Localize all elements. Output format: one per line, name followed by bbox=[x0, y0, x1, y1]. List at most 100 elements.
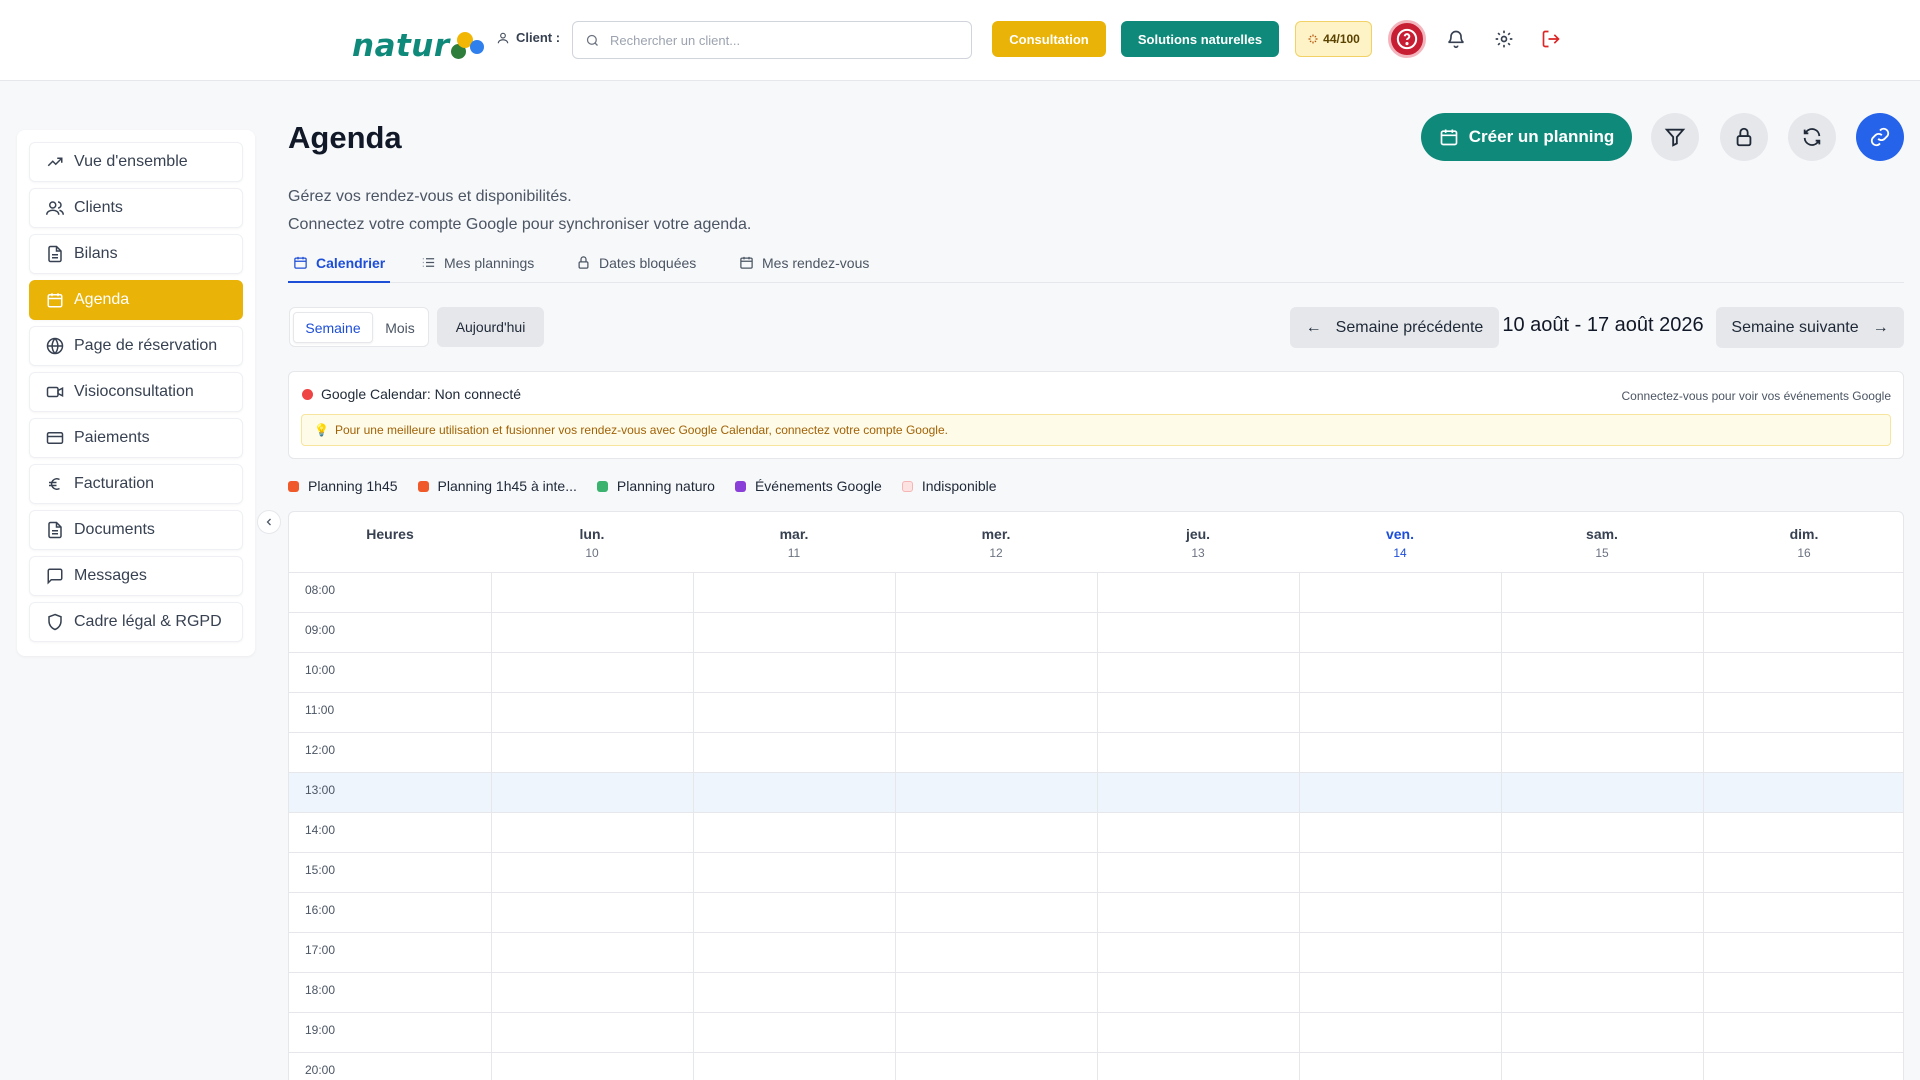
day-number: 10 bbox=[585, 546, 599, 560]
sidebar-item-agenda[interactable]: Agenda bbox=[29, 280, 243, 320]
sidebar-item-clients[interactable]: Clients bbox=[29, 188, 243, 228]
week-calendar: Heures lun. 10 mar. 11 mer. 12 jeu. 13 v… bbox=[288, 511, 1904, 1080]
legend-label: Indisponible bbox=[921, 478, 997, 494]
search-input[interactable] bbox=[610, 32, 950, 48]
notifications-button[interactable] bbox=[1444, 27, 1468, 51]
sidebar-collapse-button[interactable] bbox=[257, 510, 281, 534]
tab-mes-plannings[interactable]: Mes plannings bbox=[416, 252, 539, 283]
shield-icon bbox=[48, 613, 62, 631]
legend-swatch bbox=[901, 480, 913, 492]
legend-item: Indisponible bbox=[901, 478, 997, 494]
sidebar-item-label: Messages bbox=[74, 567, 147, 584]
next-week-label: Semaine suivante bbox=[1731, 318, 1859, 336]
previous-week-button[interactable]: ← Semaine précédente bbox=[1290, 307, 1499, 348]
sidebar-item-billing[interactable]: Facturation bbox=[29, 464, 243, 504]
legend-item: Planning 1h45 bbox=[288, 478, 398, 494]
naturo-logo[interactable]: natur bbox=[352, 18, 487, 62]
tab-calendrier[interactable]: Calendrier bbox=[288, 252, 391, 283]
day-header[interactable]: lun. 10 bbox=[491, 526, 693, 560]
day-number: 14 bbox=[1393, 546, 1407, 560]
hour-label: 08:00 bbox=[305, 583, 336, 597]
sidebar-item-booking-page[interactable]: Page de réservation bbox=[29, 326, 243, 366]
euro-icon bbox=[49, 478, 60, 490]
sidebar-item-documents[interactable]: Documents bbox=[29, 510, 243, 550]
day-name: lun. bbox=[579, 526, 605, 542]
solutions-naturelles-button[interactable]: Solutions naturelles bbox=[1121, 21, 1279, 57]
sidebar-item-bilans[interactable]: Bilans bbox=[29, 234, 243, 274]
tab-label: Calendrier bbox=[316, 255, 386, 271]
legend-swatch bbox=[288, 480, 299, 492]
score-badge[interactable]: 44/100 bbox=[1295, 21, 1372, 57]
column-divider bbox=[1703, 573, 1704, 1080]
help-icon bbox=[1396, 28, 1418, 50]
tab-mes-rendez-vous[interactable]: Mes rendez-vous bbox=[734, 252, 874, 283]
google-tip-banner: 💡 Pour une meilleure utilisation et fusi… bbox=[301, 414, 1891, 446]
calendar-icon bbox=[1440, 129, 1458, 146]
day-header[interactable]: jeu. 13 bbox=[1097, 526, 1299, 560]
sidebar-item-legal[interactable]: Cadre légal & RGPD bbox=[29, 602, 243, 642]
day-name: jeu. bbox=[1185, 526, 1211, 542]
users-icon bbox=[46, 201, 64, 215]
credit-card-icon bbox=[46, 432, 64, 444]
logout-button[interactable] bbox=[1539, 27, 1563, 51]
sidebar-item-overview[interactable]: Vue d'ensemble bbox=[29, 142, 243, 182]
video-icon bbox=[46, 386, 64, 398]
today-button[interactable]: Aujourd'hui bbox=[437, 307, 544, 347]
day-header[interactable]: dim. 16 bbox=[1703, 526, 1903, 560]
calendar-icon bbox=[47, 293, 63, 308]
top-header: natur Client : Consultation Solutions na… bbox=[0, 0, 1920, 81]
day-header[interactable]: mar. 11 bbox=[693, 526, 895, 560]
client-label-text: Client : bbox=[516, 30, 561, 45]
legend-swatch bbox=[596, 480, 608, 492]
next-week-button[interactable]: Semaine suivante → bbox=[1716, 307, 1904, 348]
legend-label: Événements Google bbox=[754, 478, 882, 494]
hour-label: 11:00 bbox=[305, 703, 335, 717]
sync-button[interactable] bbox=[1788, 113, 1836, 161]
column-divider bbox=[1501, 573, 1502, 1080]
google-connect-hint: Connectez votre compte Google pour synch… bbox=[288, 216, 752, 233]
client-search[interactable] bbox=[572, 21, 972, 59]
hour-label: 19:00 bbox=[305, 1023, 336, 1037]
lightbulb-icon: 💡 bbox=[314, 423, 329, 437]
page-subtitle: Gérez vos rendez-vous et disponibilités. bbox=[288, 188, 572, 205]
bell-icon bbox=[1448, 30, 1464, 49]
sparkle-icon bbox=[1308, 34, 1318, 44]
legend-item: Planning 1h45 à inte... bbox=[417, 478, 577, 494]
lock-icon bbox=[578, 256, 589, 269]
settings-button[interactable] bbox=[1492, 27, 1516, 51]
view-week-button[interactable]: Semaine bbox=[293, 312, 373, 343]
create-planning-button[interactable]: Créer un planning bbox=[1421, 113, 1632, 161]
share-link-button[interactable] bbox=[1856, 113, 1904, 161]
user-icon bbox=[497, 32, 509, 43]
help-button[interactable] bbox=[1388, 20, 1426, 58]
sidebar-item-messages[interactable]: Messages bbox=[29, 556, 243, 596]
calendar-icon bbox=[294, 256, 307, 269]
day-header-today[interactable]: ven. 14 bbox=[1299, 526, 1501, 560]
google-status-text: Google Calendar: Non connecté bbox=[321, 386, 522, 402]
hour-label: 12:00 bbox=[305, 743, 336, 757]
day-header[interactable]: sam. 15 bbox=[1501, 526, 1703, 560]
hour-label: 14:00 bbox=[305, 823, 336, 837]
calendar-header: Heures lun. 10 mar. 11 mer. 12 jeu. 13 v… bbox=[289, 512, 1903, 573]
sidebar-item-visio[interactable]: Visioconsultation bbox=[29, 372, 243, 412]
view-month-button[interactable]: Mois bbox=[374, 312, 426, 343]
week-range: 10 août - 17 août 2026 bbox=[1502, 314, 1704, 336]
lock-button[interactable] bbox=[1720, 113, 1768, 161]
day-name: mar. bbox=[779, 526, 809, 542]
client-label: Client : bbox=[496, 30, 560, 45]
chevron-left-icon bbox=[266, 518, 271, 526]
hour-label: 18:00 bbox=[305, 983, 336, 997]
legend-label: Planning 1h45 à inte... bbox=[437, 478, 577, 494]
hour-label: 17:00 bbox=[305, 943, 336, 957]
page-title: Agenda bbox=[288, 120, 402, 155]
logo-text: natur bbox=[352, 28, 450, 64]
sidebar-item-label: Documents bbox=[74, 521, 155, 538]
hour-label: 09:00 bbox=[305, 623, 336, 637]
sidebar-item-label: Facturation bbox=[74, 475, 155, 492]
tab-dates-bloquees[interactable]: Dates bloquées bbox=[571, 252, 701, 283]
filter-button[interactable] bbox=[1651, 113, 1699, 161]
day-header[interactable]: mer. 12 bbox=[895, 526, 1097, 560]
sidebar-item-payments[interactable]: Paiements bbox=[29, 418, 243, 458]
consultation-button[interactable]: Consultation bbox=[992, 21, 1106, 57]
column-divider bbox=[693, 573, 694, 1080]
